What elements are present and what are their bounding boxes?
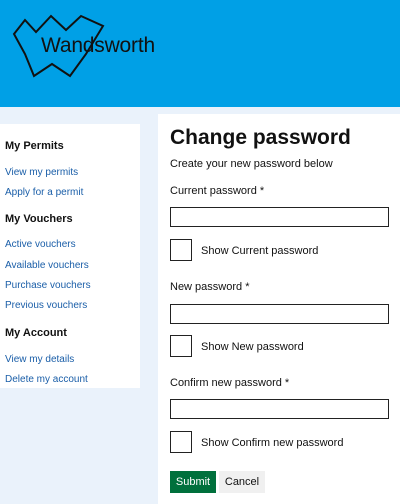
intro-text: Create your new password below	[170, 158, 333, 170]
change-password-panel: Change password Create your new password…	[158, 114, 400, 504]
sidebar-link-purchase-vouchers[interactable]: Purchase vouchers	[5, 280, 91, 291]
confirm-password-input[interactable]	[170, 399, 389, 419]
brand-name: Wandsworth	[41, 34, 155, 57]
show-current-password-checkbox[interactable]	[170, 239, 192, 261]
sidebar-link-view-permits[interactable]: View my permits	[5, 167, 78, 178]
current-password-label: Current password *	[170, 185, 265, 197]
sidebar-heading-vouchers: My Vouchers	[5, 213, 73, 225]
current-password-input[interactable]	[170, 207, 389, 227]
sidebar-heading-account: My Account	[5, 327, 67, 339]
show-current-password-label[interactable]: Show Current password	[201, 245, 318, 257]
show-confirm-password-label[interactable]: Show Confirm new password	[201, 437, 343, 449]
sidebar-link-available-vouchers[interactable]: Available vouchers	[5, 260, 89, 271]
confirm-password-label: Confirm new password *	[170, 377, 290, 389]
show-confirm-password-checkbox[interactable]	[170, 431, 192, 453]
show-new-password-label[interactable]: Show New password	[201, 341, 304, 353]
page-title: Change password	[170, 126, 351, 149]
site-header: Wandsworth	[0, 0, 400, 107]
sidebar-link-previous-vouchers[interactable]: Previous vouchers	[5, 300, 87, 311]
show-new-password-checkbox[interactable]	[170, 335, 192, 357]
sidebar-nav: My Permits View my permits Apply for a p…	[0, 124, 140, 388]
new-password-label: New password *	[170, 281, 250, 293]
sidebar-link-apply-permit[interactable]: Apply for a permit	[5, 187, 83, 198]
new-password-input[interactable]	[170, 304, 389, 324]
submit-button[interactable]: Submit	[170, 471, 216, 493]
sidebar-link-view-details[interactable]: View my details	[5, 354, 74, 365]
cancel-button[interactable]: Cancel	[219, 471, 265, 493]
sidebar-heading-permits: My Permits	[5, 140, 64, 152]
sidebar-link-delete-account[interactable]: Delete my account	[5, 374, 88, 385]
sidebar-link-active-vouchers[interactable]: Active vouchers	[5, 239, 76, 250]
